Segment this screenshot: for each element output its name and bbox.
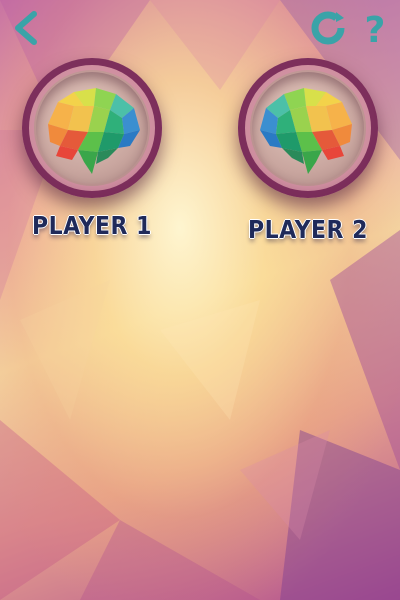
chevron-left-icon (15, 11, 37, 45)
game-screen: ? PLAYER 1 PLAYER 2 (0, 0, 400, 600)
player-2-label: PLAYER 2 (248, 216, 368, 245)
brain-icon (48, 88, 140, 174)
player-2-ring (238, 58, 378, 198)
player-1-label: PLAYER 1 (32, 212, 152, 241)
help-glyph: ? (365, 10, 386, 48)
brain-icon (260, 88, 352, 174)
back-button[interactable] (6, 8, 46, 48)
player-1-ring (22, 58, 162, 198)
question-mark-icon: ? (365, 10, 386, 51)
player-1-button[interactable]: PLAYER 1 (17, 58, 167, 241)
player-2-button[interactable]: PLAYER 2 (233, 58, 383, 245)
restart-button[interactable] (308, 8, 348, 48)
help-button[interactable]: ? (358, 8, 392, 51)
restart-icon (311, 11, 345, 45)
